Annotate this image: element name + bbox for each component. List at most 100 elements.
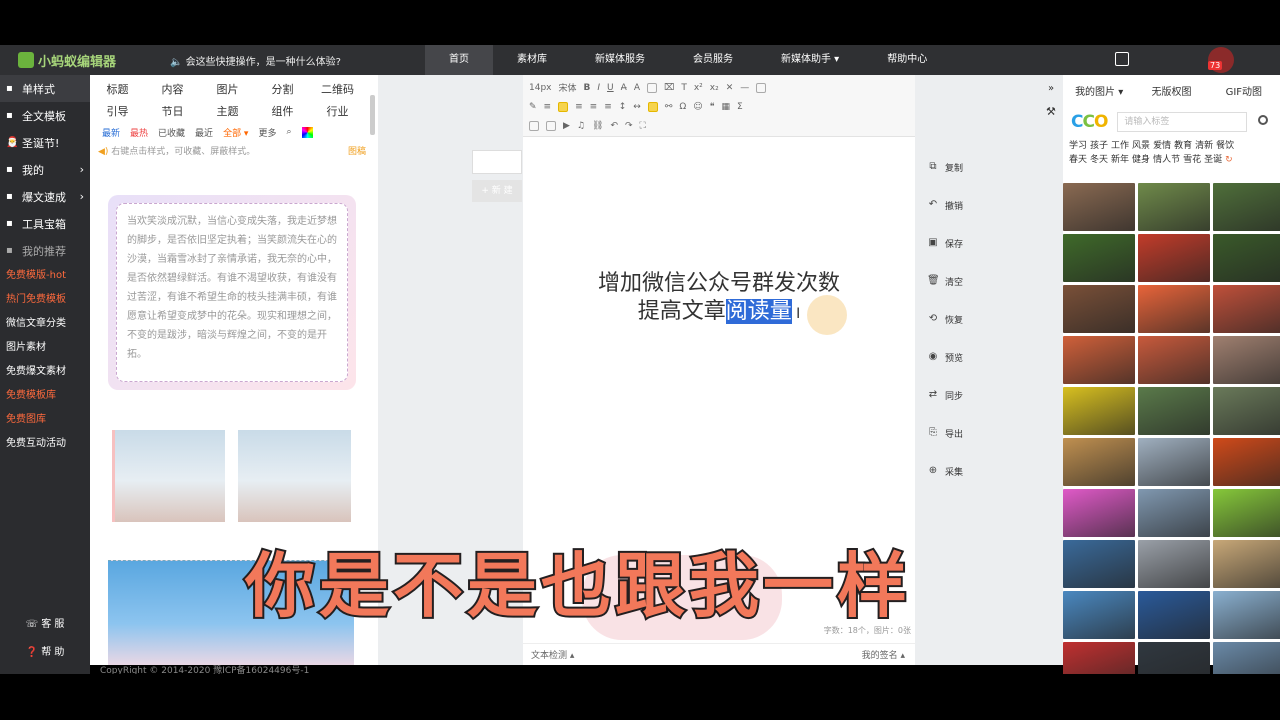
image-tag[interactable]: 健身 — [1132, 155, 1150, 165]
image-thumbnail[interactable] — [1063, 234, 1135, 282]
image-tag[interactable]: 孩子 — [1090, 141, 1108, 151]
font-color-icon[interactable]: A — [634, 83, 640, 93]
link2-icon[interactable]: ⛓ — [592, 121, 603, 131]
tab-my-images[interactable]: 我的图片 ▾ — [1063, 83, 1135, 98]
text-check-button[interactable]: 文本检测 ▴ — [531, 648, 574, 661]
nav-membership[interactable]: 会员服务 — [669, 45, 757, 75]
image-tag[interactable]: 餐饮 — [1216, 141, 1234, 151]
image-thumbnail[interactable] — [1213, 387, 1280, 435]
image-thumbnail[interactable] — [1213, 540, 1280, 588]
image-tag[interactable]: 风景 — [1132, 141, 1150, 151]
format-painter-icon[interactable]: ✎ — [529, 102, 537, 112]
filter-newest[interactable]: 最新 — [102, 126, 120, 139]
text-transform-icon[interactable]: T — [681, 83, 687, 93]
page-break-icon[interactable] — [756, 82, 767, 93]
nav-new-media-service[interactable]: 新媒体服务 — [571, 45, 669, 75]
clear-format-icon[interactable]: ⌧ — [664, 83, 674, 93]
sidebar-item-3[interactable]: ▪ 我的 › — [0, 156, 90, 183]
image-thumbnail[interactable] — [1213, 285, 1280, 333]
image-thumbnail[interactable] — [1138, 183, 1210, 231]
image-thumbnail[interactable] — [1138, 591, 1210, 639]
action-0[interactable]: ⧉ 复制 — [917, 148, 967, 186]
image-thumbnail[interactable] — [1138, 387, 1210, 435]
image-thumbnail[interactable] — [1138, 285, 1210, 333]
fullscreen-icon[interactable]: ⛶ — [640, 121, 646, 131]
image-thumbnail[interactable] — [1138, 234, 1210, 282]
action-6[interactable]: ⇄ 同步 — [917, 376, 967, 414]
sidebar-link-1[interactable]: 热门免费模板 — [0, 288, 90, 312]
image-thumbnail[interactable] — [1063, 489, 1135, 537]
help-button[interactable]: ❓ 帮 助 — [0, 643, 90, 658]
tab-gif[interactable]: GIF动图 — [1208, 83, 1280, 98]
hint-link[interactable]: 图稿 — [348, 142, 366, 162]
image-thumbnail[interactable] — [1213, 183, 1280, 231]
image-thumbnail[interactable] — [1063, 285, 1135, 333]
image-thumbnail[interactable] — [1138, 438, 1210, 486]
style-image-right[interactable] — [238, 430, 351, 522]
page-icon[interactable] — [472, 150, 522, 174]
line-height-icon[interactable]: ↕ — [619, 102, 627, 112]
new-page-button[interactable]: + 新 建 — [472, 180, 522, 202]
sidebar-item-2[interactable]: 🎅 圣诞节! — [0, 129, 90, 156]
sidebar-link-5[interactable]: 免费模板库 — [0, 384, 90, 408]
image-search-input[interactable]: 请输入标签 — [1117, 112, 1248, 132]
palette-icon[interactable] — [301, 126, 313, 138]
background-color-icon[interactable] — [646, 82, 657, 93]
search-icon[interactable] — [1258, 115, 1268, 125]
sidebar-link-2[interactable]: 微信文章分类 — [0, 312, 90, 336]
image-tag[interactable]: 圣诞 — [1204, 155, 1222, 165]
action-4[interactable]: ⟲ 恢复 — [917, 300, 967, 338]
signature-button[interactable]: 我的签名 ▴ — [862, 648, 905, 661]
font-size-select[interactable]: 14px — [529, 83, 552, 93]
nav-materials[interactable]: 素材库 — [493, 45, 571, 75]
tshirt-icon[interactable] — [1115, 52, 1129, 66]
tab-content[interactable]: 内容 — [145, 81, 200, 97]
action-8[interactable]: ⊕ 采集 — [917, 452, 967, 490]
redo-toolbar-icon[interactable]: ↷ — [625, 121, 633, 131]
tab-title[interactable]: 标题 — [90, 81, 145, 97]
omega-icon[interactable]: Ω — [679, 102, 686, 112]
filter-more[interactable]: 更多 — [258, 126, 276, 139]
nav-new-media-assistant[interactable]: 新媒体助手 ▾ — [757, 45, 863, 75]
image-thumbnail[interactable] — [1138, 336, 1210, 384]
tab-divider[interactable]: 分割 — [255, 81, 310, 97]
image-tag[interactable]: 教育 — [1174, 141, 1192, 151]
style-card-poem[interactable]: 当欢笑淡成沉默，当信心变成失落，我走近梦想的脚步，是否依旧坚定执着；当笑颜流失在… — [108, 195, 356, 390]
subscript-icon[interactable]: x₂ — [710, 83, 719, 93]
italic-icon[interactable]: I — [597, 83, 600, 93]
link-icon[interactable]: ⚯ — [665, 102, 673, 112]
strikethrough-icon[interactable]: A̶ — [621, 83, 627, 93]
image-tag[interactable]: 新年 — [1111, 155, 1129, 165]
image-thumbnail[interactable] — [1063, 336, 1135, 384]
image-thumbnail[interactable] — [1138, 489, 1210, 537]
magic-wand-icon[interactable]: ⚒ — [1046, 105, 1056, 118]
image-thumbnail[interactable] — [1063, 438, 1135, 486]
refresh-icon[interactable]: ↻ — [1225, 155, 1233, 165]
tab-qrcode[interactable]: 二维码 — [310, 81, 365, 97]
image-tag[interactable]: 清新 — [1195, 141, 1213, 151]
remove-icon[interactable]: ✕ — [726, 83, 734, 93]
tab-component[interactable]: 组件 — [255, 103, 310, 119]
action-3[interactable]: 🗑 清空 — [917, 262, 967, 300]
image-thumbnail[interactable] — [1063, 387, 1135, 435]
notice-text[interactable]: 🔈 会这些快捷操作，是一种什么体验? — [160, 53, 425, 68]
action-2[interactable]: ▣ 保存 — [917, 224, 967, 262]
align-left-icon[interactable] — [558, 101, 569, 112]
image-tag[interactable]: 情人节 — [1153, 155, 1180, 165]
sidebar-item-4[interactable]: ▪ 爆文速成 › — [0, 183, 90, 210]
tab-festival[interactable]: 节日 — [145, 103, 200, 119]
horizontal-line-icon[interactable]: — — [740, 83, 749, 93]
image-tag[interactable]: 春天 — [1069, 155, 1087, 165]
letter-spacing-icon[interactable]: ↔ — [633, 102, 641, 112]
image-thumbnail[interactable] — [1213, 234, 1280, 282]
image-tag[interactable]: 冬天 — [1090, 155, 1108, 165]
customer-service-button[interactable]: ☏ 客 服 — [0, 615, 90, 630]
sidebar-item-5[interactable]: ▪ 工具宝箱 — [0, 210, 90, 237]
sum-icon[interactable]: Σ — [737, 102, 743, 112]
image-thumbnail[interactable] — [1063, 183, 1135, 231]
video-icon[interactable]: ▶ — [563, 121, 570, 131]
underline-icon[interactable]: U — [607, 83, 614, 93]
quote-icon[interactable]: ❝ — [710, 102, 715, 112]
search-icon[interactable]: ⌕ — [286, 127, 291, 137]
sidebar-item-6[interactable]: ▪ 我的推荐 — [0, 237, 90, 264]
